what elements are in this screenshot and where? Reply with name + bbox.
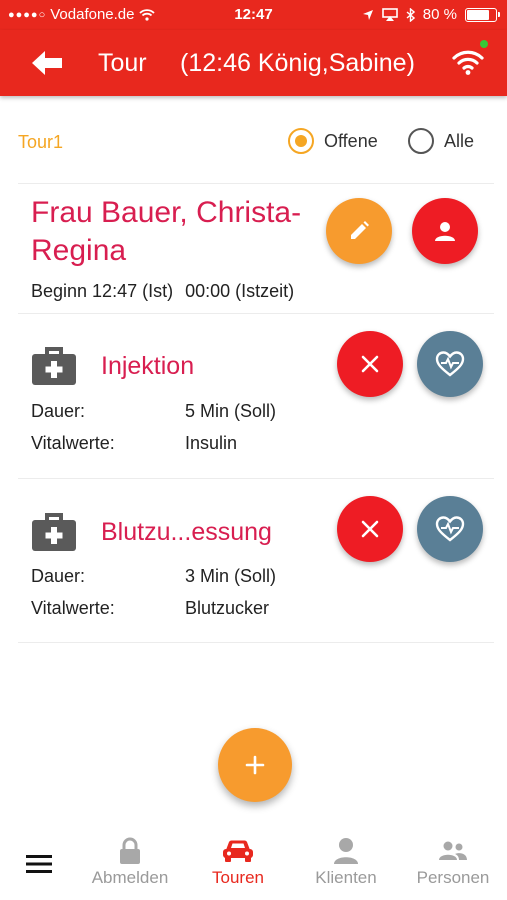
vitals-button[interactable] [417, 331, 483, 397]
client-name[interactable]: Frau Bauer, Christa-Regina [31, 194, 331, 270]
task-header: Blutzu...essung [31, 512, 272, 552]
close-icon [361, 520, 379, 538]
pencil-icon [351, 221, 369, 239]
task-row-value: Blutzucker [185, 598, 270, 618]
people-icon [439, 841, 467, 860]
nav-icon-wrap [403, 834, 503, 868]
task-row: Vitalwerte: Blutzucker [31, 598, 269, 619]
task-header: Injektion [31, 346, 194, 386]
task-title: Injektion [101, 351, 195, 380]
app-bar: Tour (12:46 König,Sabine) [0, 30, 507, 96]
tour-filter: Tour1 Offene Alle [18, 118, 494, 178]
radio-circle[interactable] [408, 128, 434, 154]
task-row-value: 5 Min (Soll) [185, 401, 277, 421]
nav-label: Touren [212, 868, 264, 887]
bottom-navigation: Abmelden Touren Klienten Personen [0, 822, 507, 900]
nav-icon-wrap [296, 834, 396, 868]
close-icon [361, 355, 379, 373]
task-row: Dauer: 5 Min (Soll) [31, 401, 276, 422]
task-row-key: Dauer: [31, 401, 86, 421]
person-icon [334, 838, 358, 864]
online-status-dot [480, 40, 488, 48]
status-bar: ●●●●○ Vodafone.de 12:47 80 % [0, 0, 507, 30]
back-arrow-icon[interactable] [30, 48, 64, 78]
status-right: 80 % [362, 6, 500, 23]
actual-time: 00:00 (Istzeit) [185, 281, 295, 301]
radio-label: Alle [444, 130, 475, 151]
plus-icon [245, 755, 265, 775]
task-row: Dauer: 3 Min (Soll) [31, 566, 276, 587]
task-row-key: Vitalwerte: [31, 598, 115, 618]
car-icon [223, 840, 253, 862]
nav-label: Klienten [315, 868, 377, 887]
radio-alle[interactable]: Alle [408, 128, 474, 154]
lock-icon [120, 837, 140, 864]
person-icon [435, 222, 455, 241]
heart-pulse-icon [435, 351, 465, 377]
page-subtitle: (12:46 König,Sabine) [180, 49, 415, 77]
radio-circle[interactable] [288, 128, 314, 154]
battery-percent: 80 % [422, 6, 457, 23]
task-row-value: 3 Min (Soll) [185, 566, 277, 586]
vitals-button[interactable] [417, 496, 483, 562]
divider [18, 642, 494, 643]
page-title: Tour [98, 49, 147, 77]
location-icon [362, 9, 373, 20]
heart-pulse-icon [435, 516, 465, 542]
battery-icon [465, 7, 500, 22]
task-row: Vitalwerte: Insulin [31, 433, 237, 454]
nav-label: Abmelden [91, 868, 169, 887]
cancel-task-button[interactable] [337, 496, 403, 562]
add-task-button[interactable] [218, 728, 292, 802]
nav-icon-wrap [80, 834, 180, 868]
nav-label: Personen [416, 868, 490, 887]
connection-wifi-icon[interactable] [451, 46, 485, 76]
nav-personen[interactable]: Personen [403, 834, 503, 888]
task-row-key: Vitalwerte: [31, 433, 115, 453]
tour-name: Tour1 [18, 132, 64, 152]
nav-touren[interactable]: Touren [188, 834, 288, 888]
divider [18, 183, 494, 184]
bluetooth-icon [406, 7, 415, 22]
nav-klienten[interactable]: Klienten [296, 834, 396, 888]
task-row-value: Insulin [185, 433, 238, 453]
edit-button[interactable] [326, 198, 392, 264]
cancel-task-button[interactable] [337, 331, 403, 397]
nav-abmelden[interactable]: Abmelden [80, 834, 180, 888]
begin-time: Beginn 12:47 (Ist) [31, 281, 174, 301]
medical-kit-icon [32, 347, 76, 385]
client-profile-button[interactable] [412, 198, 478, 264]
hamburger-menu-icon[interactable] [26, 854, 52, 874]
divider [18, 478, 494, 479]
radio-label: Offene [324, 130, 378, 151]
nav-icon-wrap [188, 834, 288, 868]
airplay-icon [381, 8, 398, 21]
task-title: Blutzu...essung [101, 517, 272, 546]
task-row-key: Dauer: [31, 566, 86, 586]
client-times: Beginn 12:47 (Ist) 00:00 (Istzeit) [31, 281, 294, 302]
medical-kit-icon [32, 513, 76, 551]
divider [18, 313, 494, 314]
radio-offene[interactable]: Offene [288, 128, 378, 154]
